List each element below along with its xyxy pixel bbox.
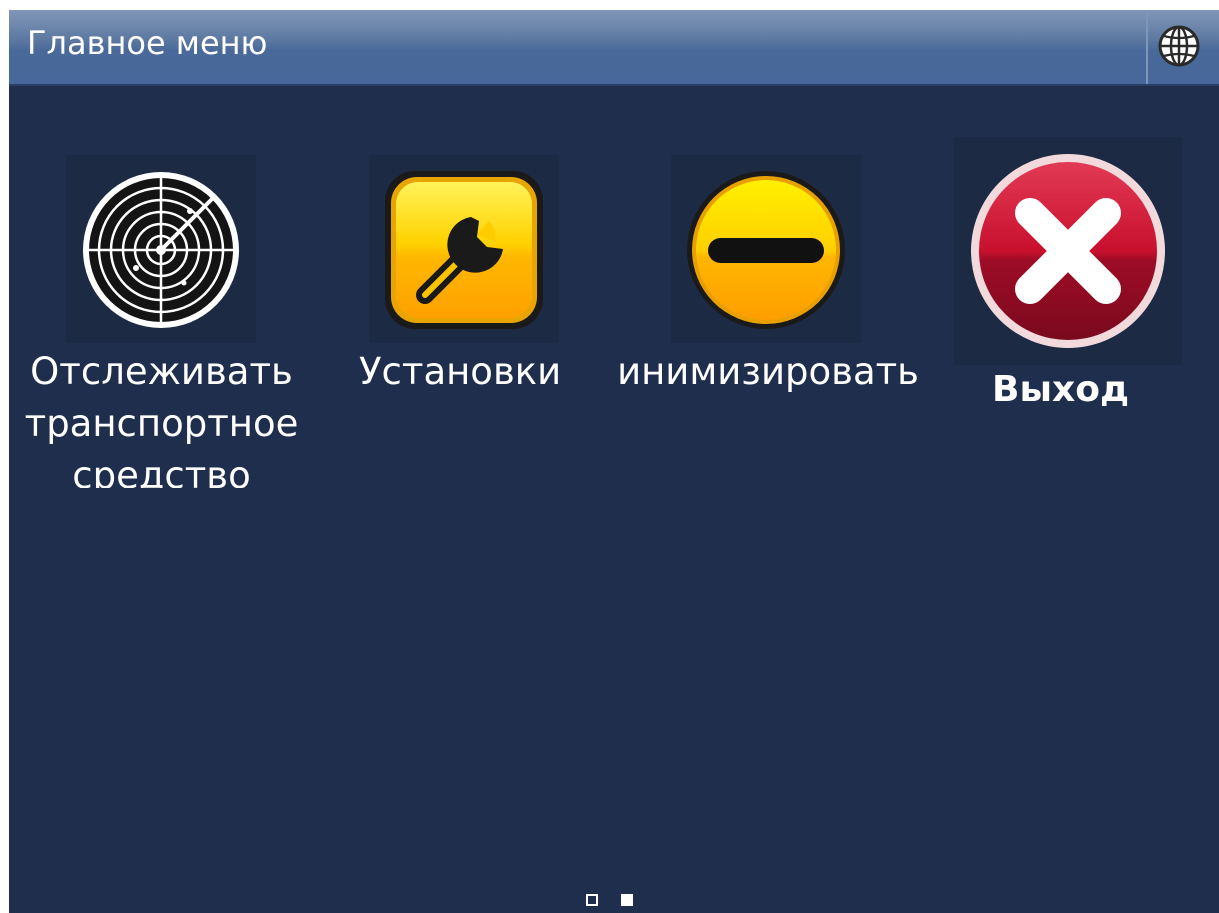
close-icon [971,154,1165,348]
title-bar: Главное меню [9,10,1219,86]
minimize-button[interactable] [671,155,861,343]
exit-label: Выход [992,369,1130,410]
main-window: Главное меню Отслеживать транспортное ср… [9,10,1219,913]
track-vehicle-button[interactable] [66,155,256,343]
minimize-label: Минимизировать [614,350,919,393]
track-vehicle-label: Отслеживать транспортное средство [24,350,299,488]
wrench-icon [385,171,543,329]
track-vehicle-label-wrap: Отслеживать транспортное средство [9,346,329,488]
settings-label: Установки [359,350,562,393]
minimize-label-wrap: Минимизировать [614,346,919,406]
page-dot-2-active[interactable] [621,894,633,906]
settings-button[interactable] [369,155,559,343]
radar-icon [83,172,239,328]
globe-icon [1158,25,1200,67]
page-dot-1[interactable] [586,894,598,906]
exit-button[interactable] [954,137,1182,365]
title-bar-divider [1146,10,1148,84]
minus-icon [687,171,845,329]
language-button[interactable] [1155,22,1203,70]
page-title: Главное меню [27,24,268,62]
